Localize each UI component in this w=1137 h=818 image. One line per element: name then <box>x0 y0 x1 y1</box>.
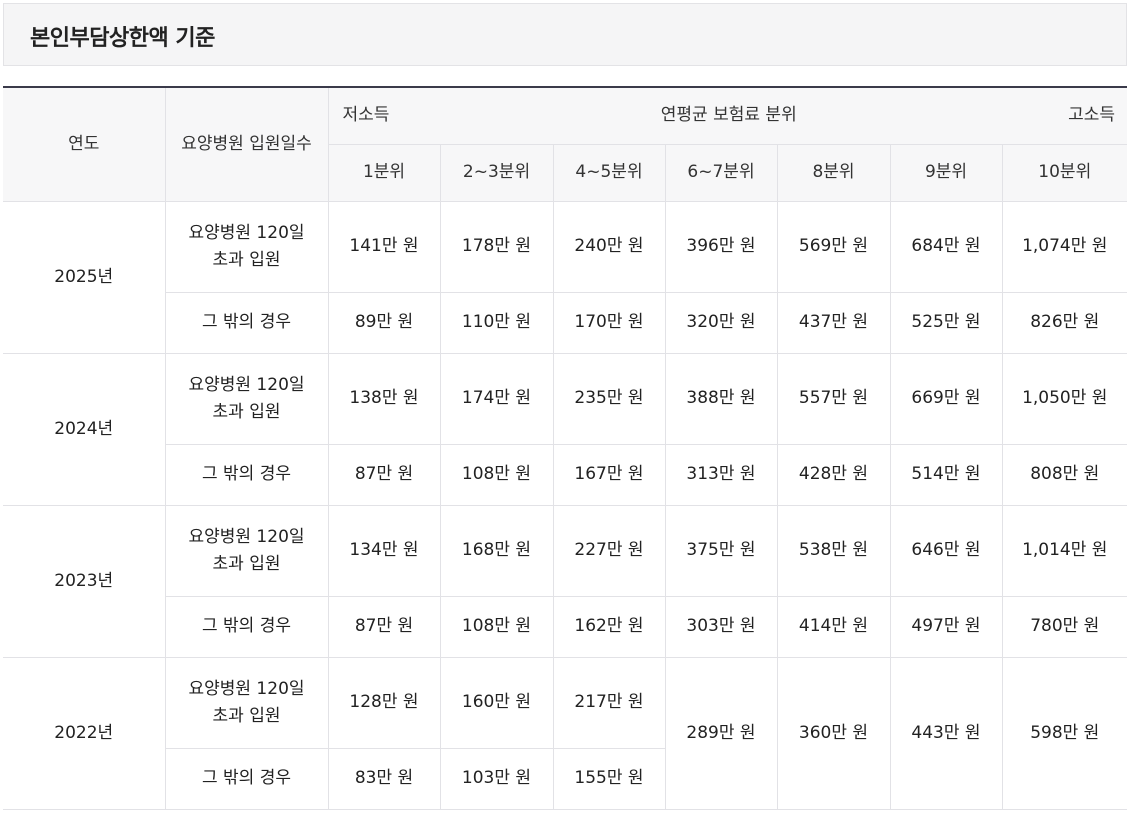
row-label-other: 그 밖의 경우 <box>165 444 329 506</box>
header-year: 연도 <box>3 86 166 202</box>
table-row: 2025년 요양병원 120일 초과 입원 141만 원 178만 원 240만… <box>3 201 1128 354</box>
header-decile: 4~5분위 <box>552 144 666 202</box>
value-cell: 538만 원 <box>776 505 891 597</box>
value-cell: 141만 원 <box>327 201 441 293</box>
value-cell: 525만 원 <box>889 292 1003 354</box>
value-cell: 646만 원 <box>889 505 1003 597</box>
header-decile: 6~7분위 <box>664 144 778 202</box>
value-cell: 134만 원 <box>327 505 441 597</box>
header-group-high: 고소득 <box>1068 105 1115 126</box>
value-cell: 167만 원 <box>552 444 666 506</box>
value-cell: 569만 원 <box>776 201 891 293</box>
value-cell: 83만 원 <box>327 748 441 810</box>
value-cell: 514만 원 <box>889 444 1003 506</box>
section-title: 본인부담상한액 기준 <box>30 26 215 51</box>
row-label-over: 요양병원 120일 초과 입원 <box>164 657 329 749</box>
table-row: 2023년 요양병원 120일 초과 입원 134만 원 168만 원 227만… <box>3 505 1128 658</box>
value-cell: 155만 원 <box>552 748 665 810</box>
table-row: 그 밖의 경우 87만 원 108만 원 162만 원 303만 원 414만 … <box>3 596 1128 658</box>
table-row: 2024년 요양병원 120일 초과 입원 138만 원 174만 원 235만… <box>3 353 1128 506</box>
table-row: 그 밖의 경우 89만 원 110만 원 170만 원 320만 원 437만 … <box>3 292 1128 354</box>
value-cell: 808만 원 <box>1001 444 1128 506</box>
value-cell: 128만 원 <box>327 657 441 749</box>
row-label-other: 그 밖의 경우 <box>165 748 329 810</box>
value-cell: 557만 원 <box>776 353 891 445</box>
year-cell: 2024년 <box>3 353 166 506</box>
value-cell: 826만 원 <box>1001 292 1128 354</box>
value-cell: 178만 원 <box>439 201 554 293</box>
value-cell: 375만 원 <box>664 505 778 597</box>
value-cell: 313만 원 <box>664 444 778 506</box>
value-cell-merged: 443만 원 <box>889 657 1003 810</box>
value-cell: 160만 원 <box>439 657 554 749</box>
value-cell: 684만 원 <box>889 201 1003 293</box>
value-cell: 227만 원 <box>552 505 666 597</box>
value-cell: 414만 원 <box>776 596 891 658</box>
value-cell: 669만 원 <box>889 353 1003 445</box>
value-cell: 108만 원 <box>439 444 554 506</box>
row-label-over: 요양병원 120일 초과 입원 <box>164 353 329 445</box>
value-cell: 217만 원 <box>552 657 666 749</box>
header-days: 요양병원 입원일수 <box>164 86 329 202</box>
value-cell: 497만 원 <box>889 596 1003 658</box>
row-label-over: 요양병원 120일 초과 입원 <box>164 201 329 293</box>
value-cell: 1,074만 원 <box>1001 201 1128 293</box>
value-cell: 162만 원 <box>552 596 666 658</box>
value-cell: 174만 원 <box>439 353 554 445</box>
value-cell-merged: 360만 원 <box>776 657 891 810</box>
header-group: 저소득 연평균 보험료 분위 고소득 <box>327 86 1128 145</box>
value-cell: 235만 원 <box>552 353 666 445</box>
value-cell-merged: 598만 원 <box>1001 657 1128 810</box>
value-cell: 87만 원 <box>327 596 441 658</box>
table-row: 2022년 요양병원 120일 초과 입원 128만 원 160만 원 217만… <box>3 657 1128 810</box>
row-label-over: 요양병원 120일 초과 입원 <box>164 505 329 597</box>
header-group-mid: 연평균 보험료 분위 <box>660 105 797 126</box>
value-cell: 103만 원 <box>439 748 554 810</box>
header-group-low: 저소득 <box>342 105 390 126</box>
value-cell: 320만 원 <box>664 292 778 354</box>
value-cell: 170만 원 <box>552 292 666 354</box>
value-cell: 388만 원 <box>664 353 778 445</box>
value-cell: 428만 원 <box>776 444 891 506</box>
value-cell: 138만 원 <box>327 353 441 445</box>
value-cell: 87만 원 <box>327 444 441 506</box>
value-cell: 89만 원 <box>327 292 441 354</box>
year-cell: 2023년 <box>3 505 166 658</box>
year-cell: 2025년 <box>3 201 166 354</box>
row-label-other: 그 밖의 경우 <box>165 292 329 354</box>
value-cell: 437만 원 <box>776 292 891 354</box>
value-cell: 240만 원 <box>552 201 666 293</box>
row-label-other: 그 밖의 경우 <box>165 596 329 658</box>
value-cell-merged: 289만 원 <box>664 657 778 810</box>
header-decile: 10분위 <box>1001 144 1128 202</box>
year-cell: 2022년 <box>3 657 166 810</box>
value-cell: 110만 원 <box>439 292 554 354</box>
table-row: 그 밖의 경우 87만 원 108만 원 167만 원 313만 원 428만 … <box>3 444 1128 506</box>
header-decile: 9분위 <box>889 144 1003 202</box>
header-decile: 8분위 <box>776 144 891 202</box>
section-title-bar: 본인부담상한액 기준 <box>3 3 1127 66</box>
value-cell: 396만 원 <box>664 201 778 293</box>
value-cell: 780만 원 <box>1001 596 1128 658</box>
header-decile: 1분위 <box>328 144 441 202</box>
value-cell: 1,050만 원 <box>1001 353 1128 445</box>
header-decile: 2~3분위 <box>439 144 554 202</box>
value-cell: 168만 원 <box>439 505 554 597</box>
copay-cap-table: 연도 요양병원 입원일수 저소득 연평균 보험료 분위 고소득 1분위 2~3분… <box>3 86 1128 810</box>
value-cell: 1,014만 원 <box>1001 505 1128 597</box>
value-cell: 303만 원 <box>664 596 778 658</box>
value-cell: 108만 원 <box>439 596 554 658</box>
